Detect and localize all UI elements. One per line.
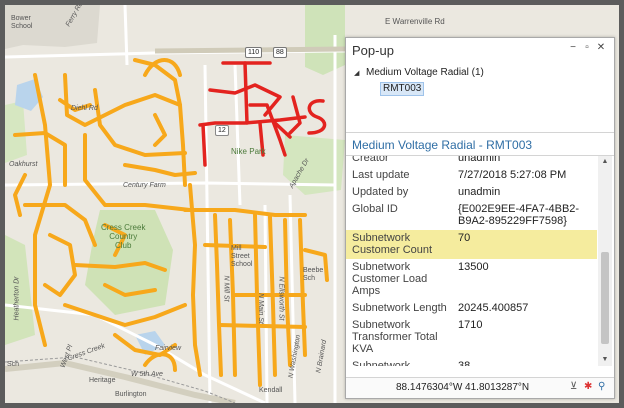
expand-arrow-icon[interactable]: ◢: [354, 69, 359, 77]
attribute-row: Creator unadmin: [346, 156, 597, 167]
map-label-n-mill: N Mill St: [222, 275, 230, 302]
popup-header: Pop-up − ▫ ✕: [346, 38, 614, 62]
attribute-table: Creator unadmin Last update 7/27/2018 5:27:…: [346, 156, 597, 366]
popup-status-bar: 88.1476304°W 41.8013287°N ⊻ ✱ ⚲: [346, 377, 614, 398]
attribute-value[interactable]: 1710: [452, 317, 597, 358]
attribute-row: Subnetwork Customer Count 70: [346, 230, 597, 259]
restore-icon[interactable]: ▫: [582, 42, 592, 53]
attribute-key: Subnetwork Customer Count: [346, 230, 452, 259]
attribute-row: Subnetwork Transformer Total KVA 1710: [346, 317, 597, 358]
map-label-heatherton: Heatherton Dr: [13, 276, 21, 321]
attribute-value[interactable]: 7/27/2018 5:27:08 PM: [452, 167, 597, 184]
map-label-w-5th-ave: W 5th Ave: [131, 371, 163, 378]
scroll-up-icon[interactable]: ▲: [598, 156, 612, 168]
map-label-fairview: Fairview: [155, 345, 182, 352]
attribute-row: Subnetwork Length 20245.400857: [346, 300, 597, 317]
application-frame: Bower School Ferry Rd E Warrenville Rd 1…: [5, 5, 619, 403]
tree-layer-item[interactable]: Medium Voltage Radial (1): [366, 67, 484, 78]
attribute-list[interactable]: Creator unadmin Last update 7/27/2018 5:27:…: [346, 156, 597, 366]
attribute-key: Last update: [352, 169, 410, 181]
attribute-value[interactable]: unadmin: [452, 156, 597, 167]
attribute-scrollbar[interactable]: ▲ ▼: [598, 156, 612, 366]
map-shield-12: 12: [215, 125, 229, 136]
map-label-heritage: Heritage: [89, 377, 116, 384]
attribute-key: Subnetwork Transformer Count: [352, 360, 411, 366]
map-shield-88: 88: [273, 47, 287, 58]
map-label-sch: Sch: [7, 361, 20, 368]
attribute-row: Global ID {E002E9EE-4FA7-4BB2-B9A2-895229…: [346, 201, 597, 230]
filter-icon[interactable]: ⊻: [570, 381, 577, 392]
map-label-oakhurst: Oakhurst: [9, 161, 38, 168]
attribute-row: Subnetwork Transformer Count 38: [346, 358, 597, 366]
attribute-row: Subnetwork Customer Load Amps 13500: [346, 259, 597, 300]
minimize-icon[interactable]: −: [568, 42, 578, 53]
flash-icon[interactable]: ✱: [584, 381, 592, 392]
attribute-key: Updated by: [352, 186, 409, 198]
scroll-down-icon[interactable]: ▼: [598, 354, 612, 366]
zoom-to-icon[interactable]: ⚲: [598, 381, 605, 392]
scroll-thumb[interactable]: [601, 252, 609, 344]
tree-feature-item[interactable]: RMT003: [380, 82, 425, 96]
attribute-key: Subnetwork Length: [352, 302, 447, 314]
attribute-key: Creator: [352, 156, 389, 164]
close-icon[interactable]: ✕: [596, 42, 606, 53]
popup-title: Pop-up: [352, 43, 394, 58]
attribute-row: Updated by unadmin: [346, 184, 597, 201]
attribute-value[interactable]: {E002E9EE-4FA7-4BB2-B9A2-895229FF7598}: [452, 201, 597, 230]
attribute-value[interactable]: 13500: [452, 259, 597, 300]
map-label-century-farm: Century Farm: [123, 182, 166, 189]
attribute-key: Global ID: [352, 203, 398, 215]
attribute-row: Last update 7/27/2018 5:27:08 PM: [346, 167, 597, 184]
map-label-kendall: Kendall: [259, 387, 283, 394]
map-label-cress-creek-club: Cress Creek Country Club: [101, 223, 146, 250]
map-label-e-warrenville: E Warrenville Rd: [385, 17, 445, 26]
attribute-value[interactable]: 20245.400857: [452, 300, 597, 317]
attribute-value[interactable]: 38: [452, 358, 597, 366]
feature-title: Medium Voltage Radial - RMT003: [346, 133, 614, 156]
map-label-diehl-rd: Diehl Rd: [71, 105, 98, 112]
map-label-n-main: N Main St: [256, 293, 264, 324]
coordinate-readout: 88.1476304°W 41.8013287°N: [396, 382, 530, 393]
attribute-key: Subnetwork Transformer Total KVA: [352, 319, 438, 355]
map-shield-110: 110: [245, 47, 263, 58]
attribute-value[interactable]: unadmin: [452, 184, 597, 201]
map-label-bower-school: Bower School: [11, 15, 33, 30]
feature-tree: ◢ Medium Voltage Radial (1) RMT003: [346, 62, 614, 133]
popup-pane[interactable]: Pop-up − ▫ ✕ ◢ Medium Voltage Radial (1)…: [345, 37, 615, 399]
map-label-burlington: Burlington: [115, 391, 147, 398]
attribute-key: Subnetwork Customer Load Amps: [352, 261, 428, 297]
map-label-mill-street-school: Mill Street School: [231, 245, 253, 268]
attribute-value[interactable]: 70: [452, 230, 597, 259]
map-label-nike-park: Nike Park: [231, 147, 266, 156]
map-label-beebe: Beebe Sch: [303, 267, 324, 282]
map-label-n-ellsworth: N Ellsworth St: [277, 276, 285, 321]
